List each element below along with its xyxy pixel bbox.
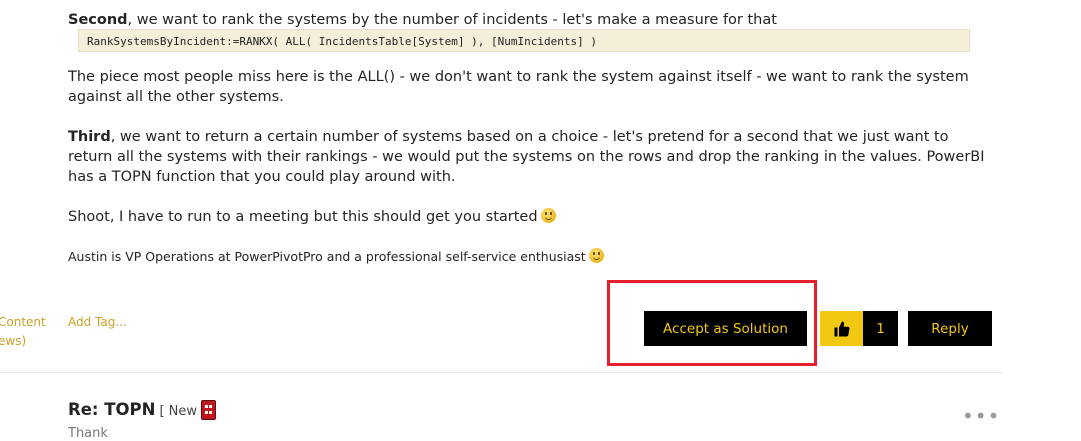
paragraph-third: Third, we want to return a certain numbe… [68, 127, 993, 187]
smiley-icon [540, 208, 556, 223]
thumbs-up-icon [834, 321, 850, 336]
smiley-icon [588, 248, 604, 263]
paragraph-second: Second, we want to rank the systems by t… [68, 10, 993, 30]
paragraph-shoot-text: Shoot, I have to run to a meeting but th… [68, 209, 538, 225]
paragraph-second-text: , we want to rank the systems by the num… [127, 12, 777, 28]
reply-button[interactable]: Reply [908, 311, 992, 346]
divider [0, 372, 1003, 373]
new-badge: [ New ] [159, 404, 207, 419]
left-cut-line-2: ews) [0, 334, 27, 348]
paragraph-third-bold: Third [68, 129, 111, 145]
signature-text: Austin is VP Operations at PowerPivotPro… [68, 249, 586, 264]
more-options-icon[interactable]: ••• [962, 404, 1000, 428]
highlight-box [607, 280, 817, 366]
paragraph-second-bold: Second [68, 12, 128, 28]
add-tag-link[interactable]: Add Tag... [68, 315, 127, 329]
next-post-title[interactable]: Re: TOPN[ New ] [68, 400, 206, 419]
paragraph-all: The piece most people miss here is the A… [68, 69, 969, 105]
left-cut-line-1: Content [0, 315, 46, 329]
signature: Austin is VP Operations at PowerPivotPro… [68, 248, 604, 266]
forum-post: Second, we want to rank the systems by t… [0, 0, 1081, 441]
paragraph-third-text: , we want to return a certain number of … [68, 129, 985, 185]
code-block: RankSystemsByIncident:=RANKX( ALL( Incid… [78, 29, 970, 52]
kudos-button[interactable] [820, 311, 863, 346]
rank-badge-icon: ▪▪ ▪▪ [201, 400, 216, 420]
next-post-preview: Thank [68, 426, 108, 441]
next-post-title-text: Re: TOPN [68, 400, 156, 419]
paragraph-shoot: Shoot, I have to run to a meeting but th… [68, 207, 993, 227]
kudos-count: 1 [863, 311, 898, 346]
left-sidebar-cut-text[interactable]: Content ews) [0, 313, 46, 351]
